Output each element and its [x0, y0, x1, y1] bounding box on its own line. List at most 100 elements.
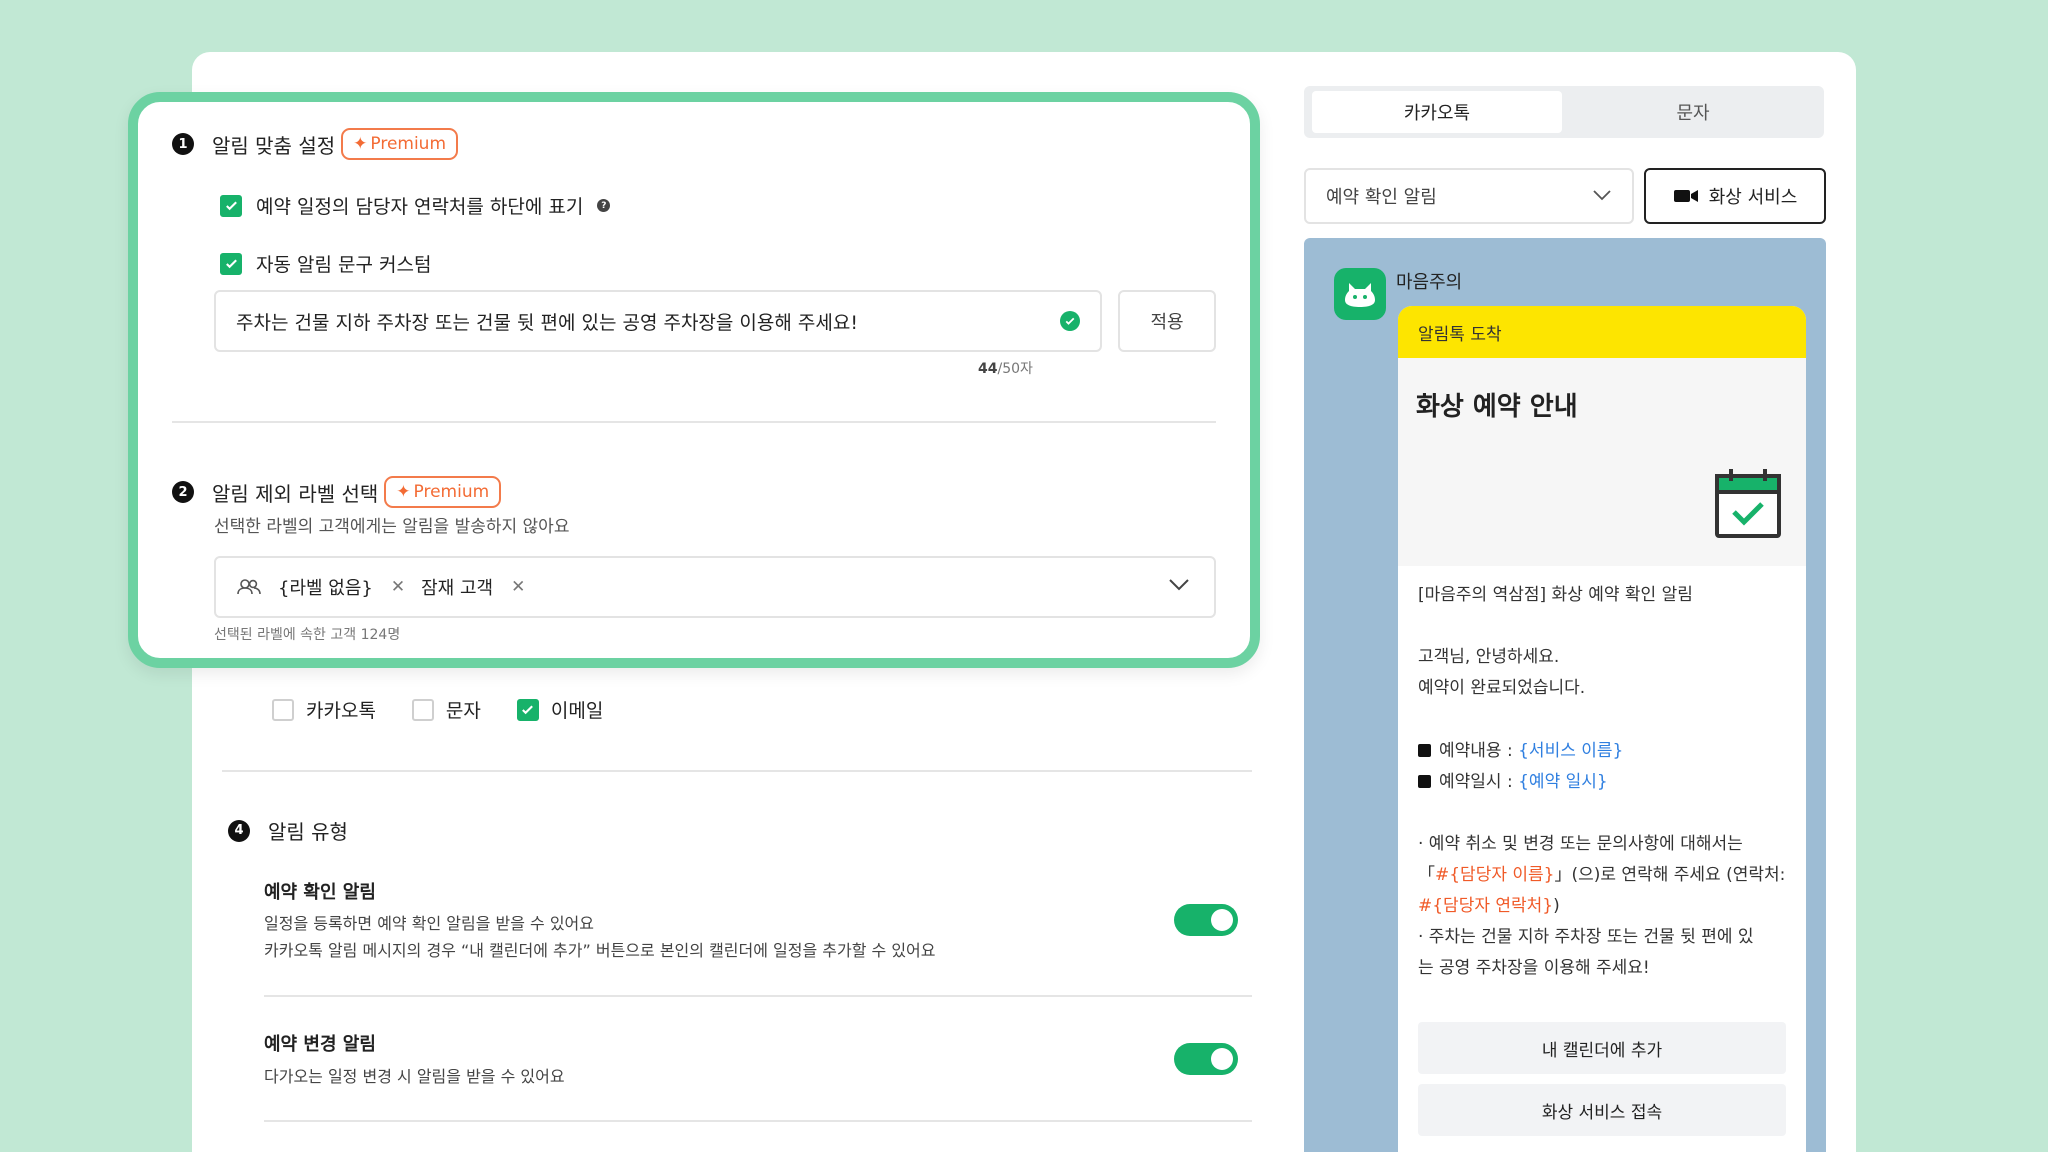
- tab-sms[interactable]: 문자: [1568, 91, 1818, 133]
- char-count: 44: [978, 361, 998, 377]
- channel-options: 카카오톡 문자 이메일: [272, 696, 603, 723]
- label-tag: {라벨 없음} ✕: [278, 574, 405, 600]
- bubble-hero: 화상 예약 안내: [1398, 358, 1806, 566]
- section4-title: 알림 유형: [268, 820, 348, 844]
- item-variable: {서비스 이름}: [1518, 741, 1624, 761]
- reservation-confirm-desc: 일정을 등록하면 예약 확인 알림을 받을 수 있어요 카카오톡 알림 메시지의…: [264, 910, 936, 964]
- reservation-change-desc: 다가오는 일정 변경 시 알림을 받을 수 있어요: [264, 1067, 565, 1086]
- close-icon[interactable]: ✕: [391, 577, 405, 597]
- background-frame: 카카오톡 문자 이메일 4 알림 유형 예약 확인 알림 일정을 등록하면 예약…: [0, 0, 2048, 1152]
- custom-message-value: 주차는 건물 지하 주차장 또는 건물 뒷 편에 있는 공영 주차장을 이용해 …: [236, 311, 858, 334]
- hero-title: 화상 예약 안내: [1416, 392, 1578, 422]
- divider: [264, 995, 1252, 997]
- custom-message-checkbox[interactable]: [220, 252, 242, 275]
- option-contact-row: 예약 일정의 담당자 연락처를 하단에 표기 ?: [220, 192, 611, 219]
- reservation-confirm-desc-line2: 카카오톡 알림 메시지의 경우 “내 캘린더에 추가” 버튼으로 본인의 캘린더…: [264, 941, 936, 960]
- manager-name-variable: #{담당자 이름}: [1435, 865, 1555, 885]
- bubble-header: 알림톡 도착: [1398, 306, 1806, 358]
- bracket: 「: [1418, 865, 1435, 885]
- manager-contact-variable: #{담당자 연락처}: [1418, 896, 1554, 916]
- label-tag-text: 잠재 고객: [421, 578, 494, 599]
- custom-message-label: 자동 알림 문구 커스텀: [256, 254, 432, 276]
- video-service-label: 화상 서비스: [1708, 187, 1798, 208]
- message-note: · 주차는 건물 지하 주차장 또는 건물 뒷 편에 있: [1418, 927, 1754, 947]
- message-note: 는 공영 주차장을 이용해 주세요!: [1418, 958, 1650, 978]
- custom-message-input[interactable]: 주차는 건물 지하 주차장 또는 건물 뒷 편에 있는 공영 주차장을 이용해 …: [214, 290, 1102, 352]
- preview-tabs: 카카오톡 문자: [1304, 86, 1824, 138]
- item-label: 예약내용 :: [1439, 741, 1519, 761]
- app-logo-icon: [1334, 268, 1386, 320]
- premium-badge-label: Premium: [370, 134, 447, 154]
- divider: [172, 421, 1216, 423]
- toggle-knob: [1211, 1048, 1233, 1070]
- option-custom-row: 자동 알림 문구 커스텀: [220, 250, 431, 277]
- channel-kakao-checkbox[interactable]: [272, 698, 294, 721]
- users-icon: [237, 579, 261, 595]
- message-line: [마음주의 역삼점] 화상 예약 확인 알림: [1418, 585, 1693, 605]
- reservation-confirm-title: 예약 확인 알림: [264, 882, 376, 903]
- toggle-knob: [1211, 909, 1233, 931]
- close-icon[interactable]: ✕: [511, 577, 525, 597]
- message-note: 「#{담당자 이름}」(으)로 연락해 주세요 (연락처:: [1418, 860, 1785, 891]
- bullet-icon: [1418, 775, 1431, 788]
- label-tag-text: {라벨 없음}: [278, 578, 373, 599]
- apply-button[interactable]: 적용: [1118, 290, 1216, 352]
- reservation-change-title: 예약 변경 알림: [264, 1034, 376, 1055]
- section1-header: 1 알림 맞춤 설정 ✦ Premium: [172, 128, 459, 160]
- video-access-button[interactable]: 화상 서비스 접속: [1418, 1084, 1786, 1136]
- video-service-button[interactable]: 화상 서비스: [1644, 168, 1826, 224]
- bracket: ): [1553, 896, 1560, 916]
- message-note: #{담당자 연락처}): [1418, 891, 1560, 922]
- section2-header: 2 알림 제외 라벨 선택 ✦ Premium: [172, 476, 502, 508]
- notification-type-select[interactable]: 예약 확인 알림: [1304, 168, 1634, 224]
- tab-kakao[interactable]: 카카오톡: [1312, 91, 1562, 133]
- step-number-4: 4: [228, 819, 250, 842]
- sparkle-icon: ✦: [353, 134, 368, 154]
- reservation-change-toggle[interactable]: [1174, 1043, 1238, 1075]
- calendar-check-icon: [1715, 469, 1781, 538]
- channel-kakao-label: 카카오톡: [306, 700, 376, 722]
- step-number-2: 2: [172, 481, 194, 503]
- premium-badge: ✦ Premium: [341, 128, 459, 160]
- message-item: 예약일시 : {예약 일시}: [1418, 767, 1608, 798]
- reservation-confirm-toggle[interactable]: [1174, 904, 1238, 936]
- valid-check-icon: [1060, 311, 1080, 331]
- label-select[interactable]: {라벨 없음} ✕ 잠재 고객 ✕: [214, 556, 1216, 618]
- char-counter: 44/50자: [978, 358, 1033, 378]
- message-line: 고객님, 안녕하세요.: [1418, 647, 1560, 667]
- section2-title: 알림 제외 라벨 선택: [212, 481, 379, 506]
- char-limit: /50자: [997, 361, 1033, 377]
- sender-name: 마음주의: [1396, 272, 1463, 293]
- divider: [222, 770, 1252, 772]
- label-caption: 선택된 라벨에 속한 고객 124명: [214, 627, 401, 643]
- label-tag: 잠재 고객 ✕: [421, 574, 525, 600]
- item-label: 예약일시 :: [1439, 772, 1519, 792]
- divider: [264, 1120, 1252, 1122]
- channel-email-label: 이메일: [550, 700, 604, 722]
- premium-badge-label: Premium: [413, 482, 490, 502]
- item-variable: {예약 일시}: [1518, 772, 1608, 792]
- section1-title: 알림 맞춤 설정: [212, 133, 336, 158]
- message-note: · 예약 취소 및 변경 또는 문의사항에 대해서는: [1418, 834, 1743, 854]
- message-line: 예약이 완료되었습니다.: [1418, 678, 1586, 698]
- video-camera-icon: [1673, 190, 1698, 202]
- message-bubble: 알림톡 도착 화상 예약 안내 [마음주의 역삼점] 화상 예약 확인 알림 고…: [1398, 306, 1806, 1152]
- premium-badge: ✦ Premium: [384, 476, 502, 508]
- add-calendar-button[interactable]: 내 캘린더에 추가: [1418, 1022, 1786, 1074]
- help-icon[interactable]: ?: [597, 199, 611, 212]
- channel-sms-checkbox[interactable]: [411, 698, 434, 721]
- check-icon: [522, 705, 534, 715]
- show-contact-checkbox[interactable]: [220, 194, 242, 217]
- kakao-preview: 마음주의 알림톡 도착 화상 예약 안내 [마음주의 역삼점] 화상 예약 확인…: [1304, 238, 1826, 1152]
- chevron-down-icon: [1593, 190, 1611, 201]
- channel-email-checkbox[interactable]: [516, 698, 539, 721]
- show-contact-label: 예약 일정의 담당자 연락처를 하단에 표기: [256, 196, 584, 218]
- notification-type-value: 예약 확인 알림: [1326, 187, 1437, 208]
- highlight-card: 1 알림 맞춤 설정 ✦ Premium 예약 일정의 담당자 연락처를 하단에…: [128, 92, 1260, 668]
- bullet-icon: [1418, 744, 1431, 757]
- section4-header: 4 알림 유형: [228, 816, 348, 845]
- step-number-1: 1: [172, 133, 194, 155]
- check-icon: [225, 259, 237, 269]
- section2-subtitle: 선택한 라벨의 고객에게는 알림을 발송하지 않아요: [214, 517, 570, 537]
- channel-sms-label: 문자: [445, 700, 481, 722]
